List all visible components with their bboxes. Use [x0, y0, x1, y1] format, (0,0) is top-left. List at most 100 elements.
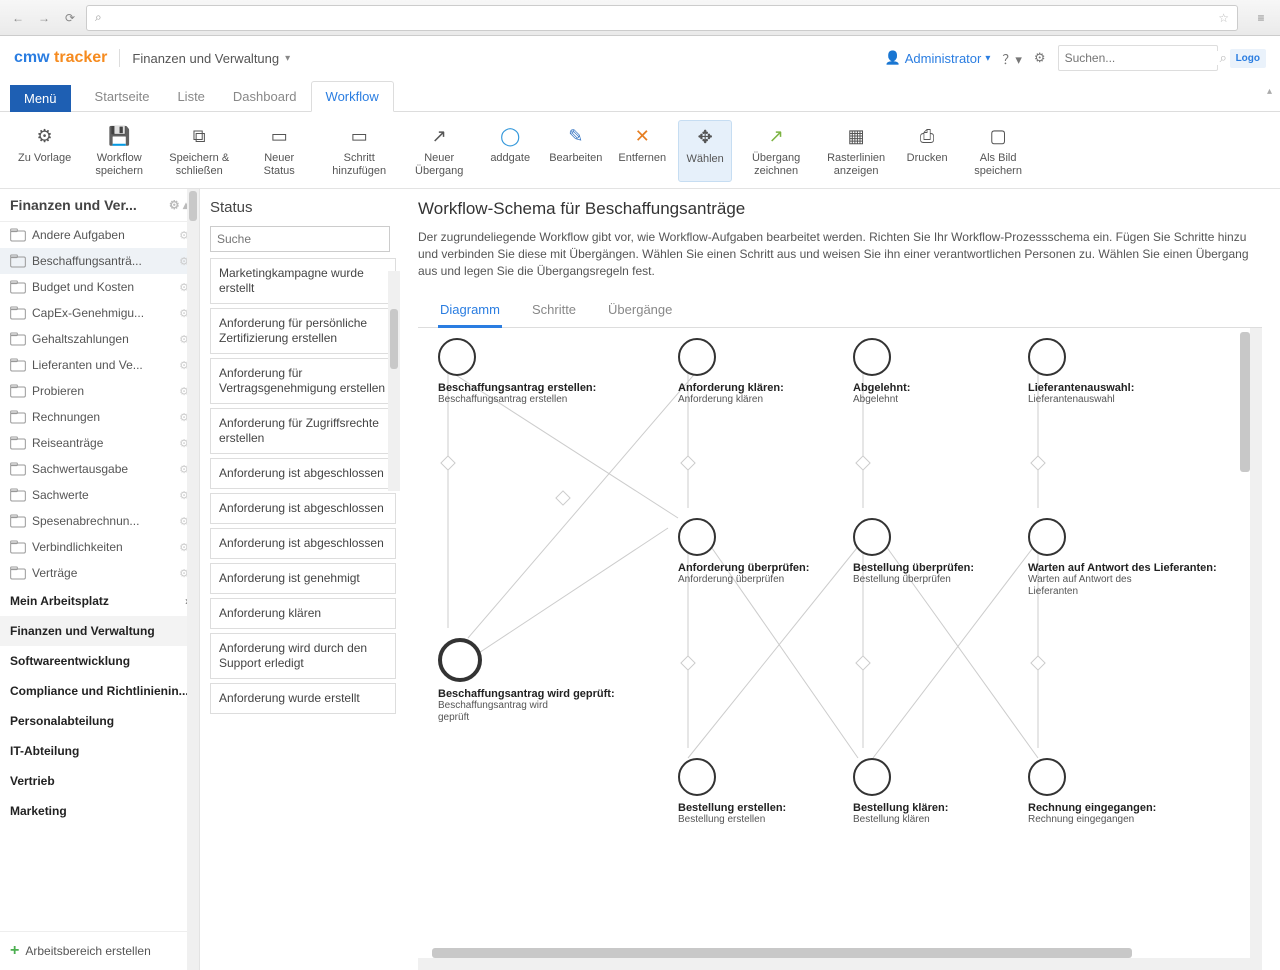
nav-tab[interactable]: Workflow [311, 81, 394, 112]
status-item[interactable]: Anforderung für Vertragsgenehmigung erst… [210, 358, 396, 404]
workflow-node[interactable]: Anforderung überprüfen:Anforderung überp… [678, 518, 809, 586]
nav-tab[interactable]: Startseite [81, 82, 164, 111]
node-circle[interactable] [1028, 338, 1066, 376]
status-item[interactable]: Anforderung ist abgeschlossen [210, 493, 396, 524]
node-circle[interactable] [1028, 758, 1066, 796]
toolbar-button[interactable]: ↗Übergang zeichnen [740, 120, 812, 182]
toolbar-button[interactable]: ✥Wählen [678, 120, 732, 182]
toolbar-button[interactable]: ⎙Drucken [900, 120, 954, 182]
sidebar-section[interactable]: Mein Arbeitsplatz› [0, 586, 199, 616]
toolbar-button[interactable]: 💾Workflow speichern [83, 120, 155, 182]
sidebar-scrollbar[interactable] [187, 189, 199, 970]
sidebar-section[interactable]: Marketing [0, 796, 199, 826]
status-item[interactable]: Anforderung für Zugriffsrechte erstellen [210, 408, 396, 454]
workflow-node[interactable]: Rechnung eingegangen:Rechnung eingegange… [1028, 758, 1156, 826]
workflow-node[interactable]: Abgelehnt:Abgelehnt [853, 338, 910, 406]
browser-forward-button[interactable]: → [34, 8, 54, 28]
browser-url-bar[interactable]: ⌕ ☆ [86, 5, 1238, 31]
sidebar-section[interactable]: Vertrieb [0, 766, 199, 796]
breadcrumb[interactable]: Finanzen und Verwaltung ▾ [132, 51, 290, 66]
toolbar-button[interactable]: ✕Entfernen [614, 120, 670, 182]
workflow-node[interactable]: Beschaffungsantrag wird geprüft:Beschaff… [438, 638, 615, 724]
global-search[interactable]: ⌕ [1058, 45, 1218, 71]
workflow-node[interactable]: Beschaffungsantrag erstellen:Beschaffung… [438, 338, 596, 406]
sidebar-item[interactable]: Probieren⚙ [0, 378, 199, 404]
toolbar-button[interactable]: ▦Rasterlinien anzeigen [820, 120, 892, 182]
node-circle[interactable] [678, 338, 716, 376]
status-item[interactable]: Anforderung ist abgeschlossen [210, 458, 396, 489]
toolbar-button[interactable]: ↗Neuer Übergang [403, 120, 475, 182]
diagram-canvas[interactable]: Beschaffungsantrag erstellen:Beschaffung… [418, 328, 1262, 970]
node-circle[interactable] [678, 518, 716, 556]
node-circle[interactable] [438, 638, 482, 682]
search-icon[interactable]: ⌕ [1220, 50, 1227, 66]
status-item[interactable]: Anforderung ist genehmigt [210, 563, 396, 594]
sidebar-item[interactable]: Spesenabrechnun...⚙ [0, 508, 199, 534]
sidebar-item[interactable]: Budget und Kosten⚙ [0, 274, 199, 300]
sidebar-item[interactable]: Lieferanten und Ve...⚙ [0, 352, 199, 378]
diagram-hscroll[interactable] [432, 948, 1132, 958]
node-circle[interactable] [853, 518, 891, 556]
status-item[interactable]: Anforderung klären [210, 598, 396, 629]
workflow-node[interactable]: Bestellung erstellen:Bestellung erstelle… [678, 758, 786, 826]
sidebar-item[interactable]: Rechnungen⚙ [0, 404, 199, 430]
sidebar-section[interactable]: Personalabteilung [0, 706, 199, 736]
workflow-node[interactable]: Anforderung klären:Anforderung klären [678, 338, 784, 406]
sidebar-item[interactable]: Beschaffungsanträ...⚙ [0, 248, 199, 274]
sidebar-item[interactable]: CapEx-Genehmigu...⚙ [0, 300, 199, 326]
sidebar-section[interactable]: Finanzen und Verwaltung [0, 616, 199, 646]
help-icon[interactable]: ？▾ [1002, 49, 1022, 68]
workflow-node[interactable]: Bestellung überprüfen:Bestellung überprü… [853, 518, 974, 586]
user-menu[interactable]: 👤 Administrator ▾ [885, 50, 991, 66]
sidebar-section[interactable]: Softwareentwicklung [0, 646, 199, 676]
toolbar-button[interactable]: ◯addgate [483, 120, 537, 182]
sidebar-item[interactable]: Verträge⚙ [0, 560, 199, 586]
status-scrollbar[interactable] [388, 271, 400, 491]
sub-tab[interactable]: Übergänge [606, 294, 674, 327]
sidebar-section[interactable]: Compliance und Richtlinienin... [0, 676, 199, 706]
workflow-node[interactable]: Lieferantenauswahl:Lieferantenauswahl [1028, 338, 1134, 406]
sidebar-item[interactable]: Verbindlichkeiten⚙ [0, 534, 199, 560]
sidebar-item[interactable]: Andere Aufgaben⚙ [0, 222, 199, 248]
nav-tab[interactable]: Liste [163, 82, 218, 111]
status-item[interactable]: Anforderung für persönliche Zertifizieru… [210, 308, 396, 354]
toolbar-button[interactable]: ▢Als Bild speichern [962, 120, 1034, 182]
toolbar-button[interactable]: ⧉Speichern & schließen [163, 120, 235, 182]
add-workspace-button[interactable]: + Arbeitsbereich erstellen [0, 931, 187, 970]
toolbar-button[interactable]: ▭Schritt hinzufügen [323, 120, 395, 182]
workflow-node[interactable]: Bestellung klären:Bestellung klären [853, 758, 948, 826]
menu-button[interactable]: Menü [10, 85, 71, 112]
nav-tab[interactable]: Dashboard [219, 82, 311, 111]
node-circle[interactable] [678, 758, 716, 796]
sidebar-item[interactable]: Reiseanträge⚙ [0, 430, 199, 456]
status-search-input[interactable] [210, 226, 390, 252]
node-circle[interactable] [438, 338, 476, 376]
gear-icon[interactable]: ⚙ ▴ [169, 198, 189, 212]
node-circle[interactable] [853, 338, 891, 376]
toolbar-button[interactable]: ✎Bearbeiten [545, 120, 606, 182]
sidebar-item[interactable]: Gehaltszahlungen⚙ [0, 326, 199, 352]
toolbar-button[interactable]: ⚙Zu Vorlage [14, 120, 75, 182]
toolbar-icon: ✥ [698, 125, 713, 149]
workflow-node[interactable]: Warten auf Antwort des Lieferanten:Warte… [1028, 518, 1217, 598]
node-circle[interactable] [853, 758, 891, 796]
search-input[interactable] [1065, 51, 1220, 65]
status-item[interactable]: Anforderung wurde erstellt [210, 683, 396, 714]
browser-back-button[interactable]: ← [8, 8, 28, 28]
gear-icon[interactable]: ⚙ [1034, 50, 1046, 66]
status-item[interactable]: Marketingkampagne wurde erstellt [210, 258, 396, 304]
sidebar-section[interactable]: IT-Abteilung [0, 736, 199, 766]
sidebar-item[interactable]: Sachwertausgabe⚙ [0, 456, 199, 482]
sidebar-item[interactable]: Sachwerte⚙ [0, 482, 199, 508]
sub-tab[interactable]: Diagramm [438, 294, 502, 328]
collapse-ribbon-icon[interactable]: ▴ [1267, 86, 1272, 97]
browser-menu-button[interactable]: ≡ [1250, 7, 1272, 29]
diagram-vscroll[interactable] [1240, 332, 1250, 472]
status-item[interactable]: Anforderung ist abgeschlossen [210, 528, 396, 559]
sub-tab[interactable]: Schritte [530, 294, 578, 327]
browser-reload-button[interactable]: ⟳ [60, 8, 80, 28]
status-item[interactable]: Anforderung wird durch den Support erled… [210, 633, 396, 679]
bookmark-star-icon[interactable]: ☆ [1218, 11, 1229, 25]
node-circle[interactable] [1028, 518, 1066, 556]
toolbar-button[interactable]: ▭Neuer Status [243, 120, 315, 182]
